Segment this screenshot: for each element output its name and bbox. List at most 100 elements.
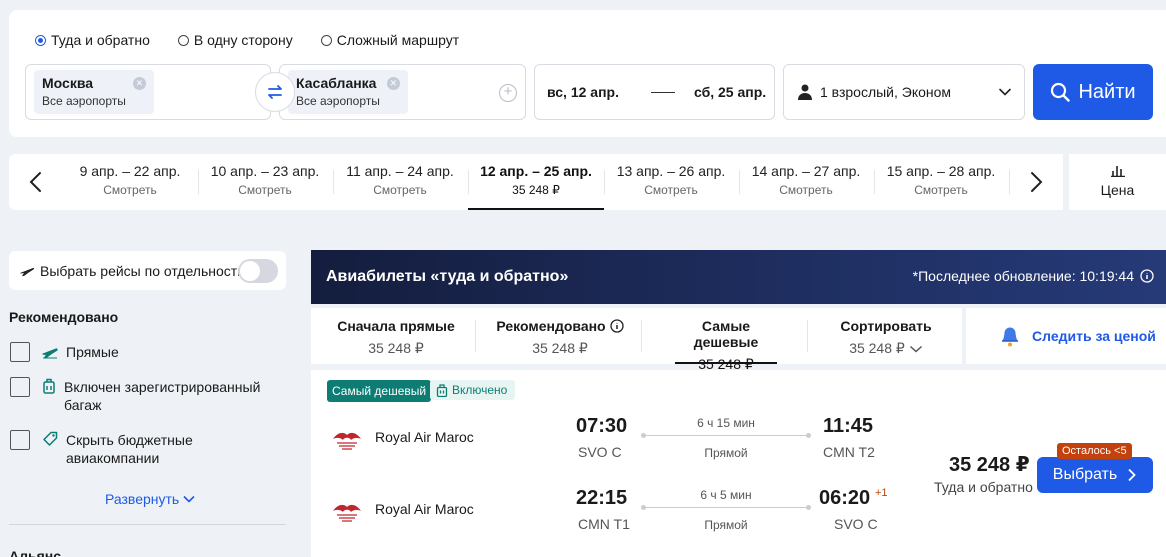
expand-filters-link[interactable]: Развернуть: [105, 491, 195, 507]
ticket-price: 35 248 ₽: [949, 454, 1030, 476]
date-range: 9 апр. – 22 апр.: [79, 163, 181, 179]
checkbox[interactable]: [10, 377, 30, 397]
trip-type-multicity[interactable]: Сложный маршрут: [320, 32, 459, 48]
date-sub: Смотреть: [238, 183, 292, 197]
trip-type-label: Туда и обратно: [51, 32, 150, 48]
swap-cities-button[interactable]: [255, 72, 295, 112]
add-destination-icon[interactable]: +: [499, 84, 517, 102]
trip-type-label: В одну сторону: [193, 32, 293, 48]
luggage-icon: [43, 378, 55, 394]
arrival-airport: CMN T2: [823, 444, 875, 460]
date-sub: Смотреть: [103, 183, 157, 197]
price-watch-button[interactable]: Следить за ценой: [966, 308, 1166, 364]
sort-label: Рекомендовано: [496, 318, 606, 334]
select-label: Выбрать: [1052, 466, 1118, 483]
price-chart-button[interactable]: Цена: [1069, 154, 1166, 210]
last-update-text: *Последнее обновление: 10:19:44: [912, 268, 1134, 284]
toggle-label: Выбрать рейсы по отдельности: [40, 262, 246, 279]
search-panel: Туда и обратно В одну сторону Сложный ма…: [9, 10, 1166, 137]
depart-date[interactable]: вс, 12 апр.: [547, 84, 619, 100]
route-line: [641, 505, 811, 510]
sort-price: 35 248 ₽: [849, 340, 905, 356]
divider: [807, 320, 808, 352]
sort-tab-recommended[interactable]: Рекомендовано 35 248 ₽: [479, 308, 641, 364]
date-separator: [650, 91, 675, 93]
filter-label: Скрыть бюджетные авиакомпании: [66, 432, 193, 466]
date-option[interactable]: 15 апр. – 28 апр. Смотреть: [873, 154, 1009, 210]
date-option-selected[interactable]: 12 апр. – 25 апр. 35 248 ₽: [468, 154, 604, 210]
trip-type-roundtrip[interactable]: Туда и обратно: [35, 32, 150, 48]
radio-icon[interactable]: [177, 34, 189, 46]
find-button[interactable]: Найти: [1033, 64, 1153, 120]
chevron-left-icon[interactable]: [27, 170, 45, 194]
passengers-value: 1 взрослый, Эконом: [820, 84, 952, 100]
royal-air-maroc-logo-icon: [333, 432, 361, 450]
departure-airport: CMN T1: [578, 516, 630, 532]
chevron-down-icon: [999, 88, 1011, 96]
destination-city: Касабланка: [296, 75, 377, 91]
filter-heading: Альянс: [9, 548, 62, 557]
date-option[interactable]: 11 апр. – 24 апр. Смотреть: [332, 154, 468, 210]
flight-duration: 6 ч 15 мин: [697, 416, 755, 430]
last-update: *Последнее обновление: 10:19:44: [913, 268, 1154, 284]
sort-tab-direct[interactable]: Сначала прямые 35 248 ₽: [321, 308, 471, 364]
info-icon[interactable]: [1140, 269, 1154, 283]
arrival-time: 06:20: [819, 487, 871, 509]
price-label: Цена: [1100, 182, 1135, 198]
expand-label: Развернуть: [105, 491, 180, 507]
search-icon: [1051, 82, 1071, 102]
filter-direct[interactable]: Прямые: [10, 342, 119, 362]
sort-dropdown[interactable]: Сортировать 35 248 ₽: [811, 308, 961, 364]
origin-airports: Все аэропорты: [42, 94, 126, 108]
flight-result-card[interactable]: Самый дешевый Включено Royal Air Maroc 0…: [311, 370, 1166, 557]
departure-time: 07:30: [576, 415, 628, 437]
clear-destination-icon[interactable]: ✕: [386, 77, 400, 90]
bar-chart-icon: [1110, 166, 1125, 178]
departure-time: 22:15: [576, 487, 628, 509]
filter-budget-airlines[interactable]: Скрыть бюджетные авиакомпании: [10, 430, 280, 467]
passengers-field[interactable]: 1 взрослый, Эконом: [783, 64, 1025, 120]
cheapest-badge: Самый дешевый: [327, 380, 432, 402]
separate-flights-toggle[interactable]: [238, 259, 278, 283]
checkbox[interactable]: [10, 342, 30, 362]
tag-icon: [43, 431, 58, 446]
route-line: [641, 433, 811, 438]
radio-icon[interactable]: [320, 34, 332, 46]
divider: [641, 320, 642, 352]
info-icon[interactable]: [609, 319, 624, 333]
plane-icon: [42, 348, 58, 359]
checkbox[interactable]: [10, 430, 30, 450]
date-option[interactable]: 13 апр. – 26 апр. Смотреть: [603, 154, 739, 210]
return-date[interactable]: сб, 25 апр.: [694, 84, 766, 100]
date-range: 11 апр. – 24 апр.: [346, 163, 454, 179]
chevron-right-icon: [1128, 468, 1136, 482]
price-note: Туда и обратно: [934, 479, 1033, 495]
date-option[interactable]: 9 апр. – 22 апр. Смотреть: [62, 154, 198, 210]
filter-heading: Рекомендовано: [9, 309, 119, 325]
destination-airports: Все аэропорты: [296, 94, 380, 108]
royal-air-maroc-logo-icon: [333, 504, 361, 522]
sort-price-row: 35 248 ₽: [811, 340, 961, 357]
trip-type-oneway[interactable]: В одну сторону: [177, 32, 293, 48]
origin-chip: Москва Все аэропорты ✕: [34, 70, 154, 114]
seats-left-badge: Осталось <5: [1057, 443, 1132, 459]
destination-chip: Касабланка Все аэропорты ✕: [288, 70, 408, 114]
origin-field[interactable]: Москва Все аэропорты ✕: [25, 64, 271, 120]
arrival-airport: SVO C: [834, 516, 878, 532]
sort-bar: Сначала прямые 35 248 ₽ Рекомендовано 35…: [311, 308, 962, 372]
filter-baggage[interactable]: Включен зарегистрированный багаж: [10, 377, 280, 414]
clear-origin-icon[interactable]: ✕: [132, 77, 146, 90]
sort-tab-cheapest[interactable]: Самые дешевые 35 248 ₽: [673, 308, 779, 372]
chevron-right-icon[interactable]: [1027, 170, 1045, 194]
date-option[interactable]: 14 апр. – 27 апр. Смотреть: [738, 154, 874, 210]
trip-type-group: Туда и обратно В одну сторону Сложный ма…: [35, 32, 459, 48]
flight-leg-outbound: Royal Air Maroc 07:30 SVO C 6 ч 15 мин П…: [311, 415, 911, 465]
sort-price: 35 248 ₽: [532, 340, 588, 356]
date-option[interactable]: 10 апр. – 23 апр. Смотреть: [197, 154, 333, 210]
destination-field[interactable]: Касабланка Все аэропорты ✕ +: [279, 64, 526, 120]
divider: [1009, 170, 1010, 194]
dates-field[interactable]: вс, 12 апр. сб, 25 апр.: [534, 64, 775, 120]
radio-selected-icon[interactable]: [35, 34, 46, 46]
select-flight-button[interactable]: Выбрать: [1037, 457, 1153, 493]
date-sub: 35 248 ₽: [512, 183, 560, 197]
